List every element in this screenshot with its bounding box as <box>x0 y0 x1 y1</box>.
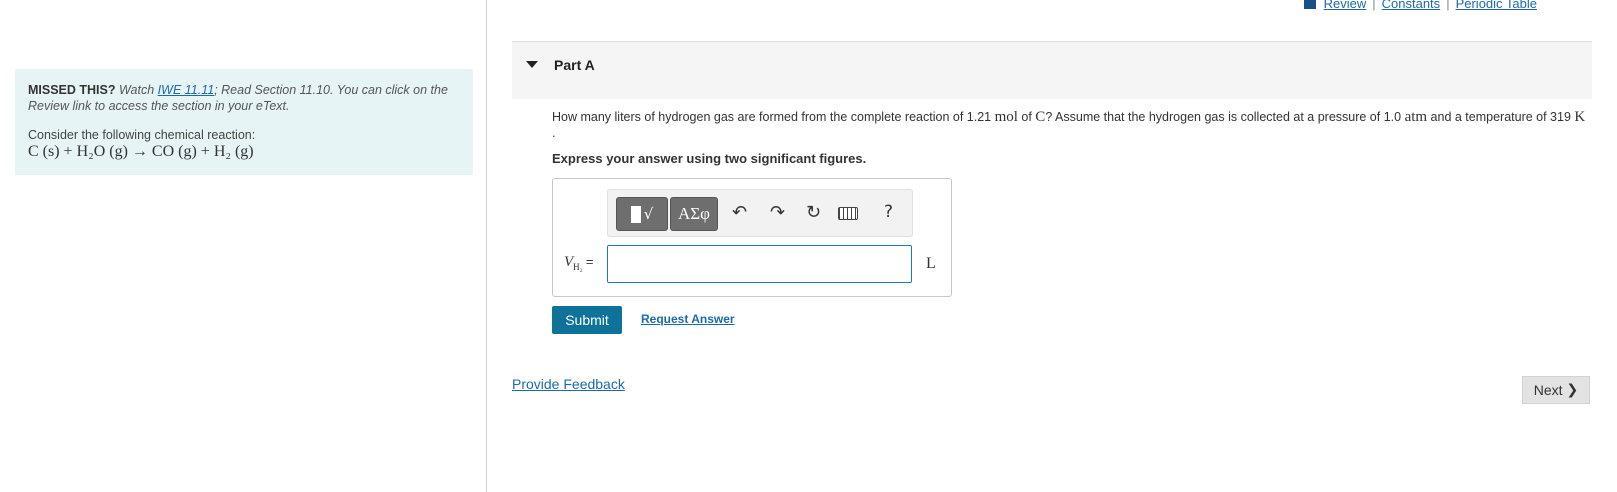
sqrt-icon: √ <box>643 205 654 223</box>
reset-icon[interactable]: ↻ <box>806 202 821 223</box>
keyboard-icon[interactable] <box>838 207 858 220</box>
periodic-table-link[interactable]: Periodic Table <box>1456 0 1537 11</box>
next-label: Next <box>1533 382 1563 398</box>
instruction-text: Express your answer using two significan… <box>552 151 867 166</box>
variable-label: VH₂ = <box>564 254 593 272</box>
symbol-c: C <box>1035 109 1046 125</box>
chevron-right-icon: ❯ <box>1566 382 1579 398</box>
submit-button[interactable]: Submit <box>552 306 622 334</box>
question-fragment: How many liters of hydrogen gas are form… <box>552 110 995 124</box>
unit-label: L <box>926 255 936 272</box>
unit-mol: mol <box>994 109 1018 125</box>
book-icon <box>1303 0 1316 9</box>
templates-button[interactable]: √ <box>616 197 668 231</box>
iwe-link[interactable]: IWE 11.11 <box>158 83 215 97</box>
unit-atm: atm <box>1404 109 1428 125</box>
answer-box: √ ΑΣφ ↶ ↷ ↻ ? VH₂ = L <box>552 178 952 297</box>
help-button[interactable]: ? <box>884 202 893 222</box>
vertical-divider <box>486 0 487 492</box>
consider-text: Consider the following chemical reaction… <box>28 128 256 142</box>
question-fragment: . <box>552 126 556 140</box>
provide-feedback-link[interactable]: Provide Feedback <box>512 376 625 392</box>
question-text: How many liters of hydrogen gas are form… <box>552 109 1590 141</box>
undo-icon[interactable]: ↶ <box>732 202 747 223</box>
next-button[interactable]: Next ❯ <box>1522 376 1590 404</box>
equals-sign: = <box>585 254 594 269</box>
review-link[interactable]: Review <box>1324 0 1367 11</box>
greek-symbols-button[interactable]: ΑΣφ <box>670 197 718 231</box>
part-header[interactable]: Part A <box>512 41 1592 99</box>
answer-input[interactable] <box>607 245 912 283</box>
reaction-equation: C (s) + H₂O (g) → CO (g) + H₂ (g) <box>28 143 254 160</box>
missed-this-text: MISSED THIS? Watch IWE 11.11; Read Secti… <box>28 82 460 114</box>
math-toolbar: √ ΑΣφ ↶ ↷ ↻ ? <box>607 189 913 237</box>
templates-box-icon <box>630 205 641 223</box>
missed-label: MISSED THIS? <box>28 83 116 97</box>
redo-icon[interactable]: ↷ <box>770 202 785 223</box>
constants-link[interactable]: Constants <box>1382 0 1441 11</box>
separator: | <box>1372 0 1376 11</box>
top-links: Review | Constants | Periodic Table <box>1303 0 1537 11</box>
collapse-caret-icon[interactable] <box>526 61 538 68</box>
watch-text: Watch <box>115 83 158 97</box>
variable-symbol: V <box>564 254 574 270</box>
hint-panel: MISSED THIS? Watch IWE 11.11; Read Secti… <box>15 69 473 175</box>
part-title: Part A <box>554 57 595 73</box>
question-fragment: ? Assume that the hydrogen gas is collec… <box>1045 110 1405 124</box>
request-answer-link[interactable]: Request Answer <box>641 312 735 326</box>
question-fragment: of <box>1017 110 1036 124</box>
question-fragment: and a temperature of 319 <box>1427 110 1575 124</box>
separator: | <box>1446 0 1450 11</box>
unit-k: K <box>1574 109 1586 125</box>
variable-subscript: H₂ <box>573 262 583 272</box>
